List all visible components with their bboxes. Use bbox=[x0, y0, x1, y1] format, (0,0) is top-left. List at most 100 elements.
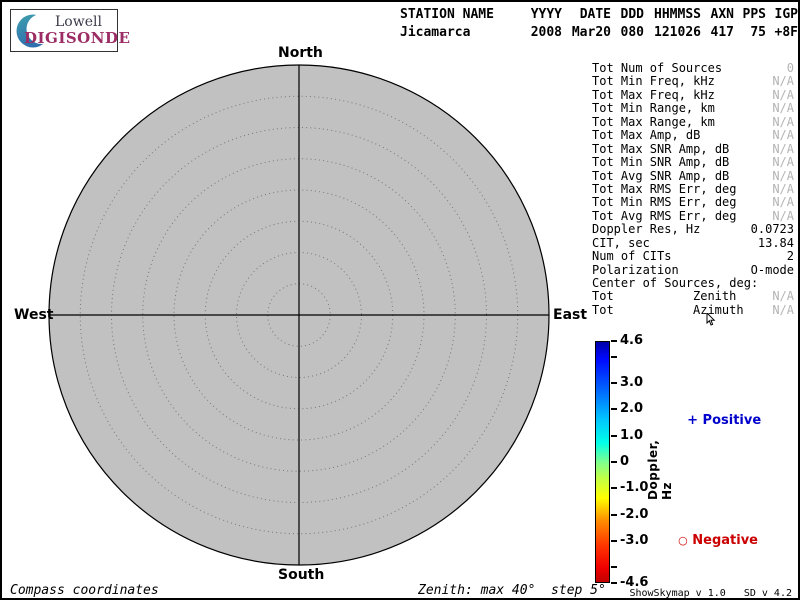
measurement-info-panel: Tot Num of Sources0Tot Min Freq, kHzN/AT… bbox=[590, 62, 794, 317]
colorbar-tick-label: -1.0 bbox=[620, 480, 648, 495]
year-value: 2008 bbox=[522, 23, 562, 41]
zenith-range-label: Zenith: max 40° step 5° bbox=[418, 583, 606, 598]
info-row-label: Tot Avg SNR Amp, dB bbox=[592, 170, 729, 183]
info-row-label: Tot Max Amp, dB bbox=[592, 129, 700, 142]
colorbar-tick bbox=[611, 582, 617, 584]
colorbar-tick bbox=[611, 540, 617, 542]
info-row: Polarization O-mode bbox=[590, 264, 794, 277]
info-row: Tot Avg RMS Err, deg N/A bbox=[590, 210, 794, 223]
time-value: 121026 bbox=[644, 23, 701, 41]
info-row-sublabel: Zenith bbox=[693, 290, 736, 303]
info-row-label: Tot Max Range, km bbox=[592, 116, 715, 129]
circle-icon: ○ bbox=[678, 534, 688, 547]
colorbar-tick bbox=[611, 487, 617, 489]
info-row-value: 2 bbox=[787, 250, 794, 263]
header-col-axn: AXN bbox=[701, 5, 734, 23]
skymap-plot bbox=[44, 60, 554, 570]
info-row: Tot Max RMS Err, deg N/A bbox=[590, 183, 794, 196]
info-row-value: N/A bbox=[772, 183, 794, 196]
info-row-value: N/A bbox=[772, 196, 794, 209]
info-row-value: N/A bbox=[772, 170, 794, 183]
compass-label-south: South bbox=[278, 567, 324, 583]
info-row-label: Tot bbox=[592, 304, 614, 317]
info-row: Tot Zenith N/A bbox=[590, 290, 794, 303]
colorbar-tick-label: -2.0 bbox=[620, 507, 648, 522]
info-row-value: N/A bbox=[772, 75, 794, 88]
negative-label: Negative bbox=[692, 533, 758, 548]
header-col-ddd: DDD bbox=[611, 5, 644, 23]
info-row-label: Polarization bbox=[592, 264, 679, 277]
info-row-value: 0 bbox=[787, 62, 794, 75]
compass-label-north: North bbox=[278, 45, 323, 61]
info-row-value: 0.0723 bbox=[751, 223, 794, 236]
info-row: Tot Max Freq, kHz N/A bbox=[590, 89, 794, 102]
colorbar-tick-label: 1.0 bbox=[620, 428, 643, 443]
info-row-value: N/A bbox=[772, 102, 794, 115]
info-row-label: Tot Avg RMS Err, deg bbox=[592, 210, 737, 223]
info-row-label: Num of CITs bbox=[592, 250, 671, 263]
header-col-hhmmss: HHMMSS bbox=[644, 5, 701, 23]
info-row: Tot Avg SNR Amp, dB N/A bbox=[590, 170, 794, 183]
info-row-label: Tot bbox=[592, 290, 614, 303]
colorbar-tick-label: 4.6 bbox=[620, 333, 643, 348]
coordinates-mode-label: Compass coordinates bbox=[10, 583, 159, 598]
doy-value: 080 bbox=[611, 23, 644, 41]
info-row-label: CIT, sec bbox=[592, 237, 650, 250]
info-row-value: N/A bbox=[772, 116, 794, 129]
info-row-label: Tot Max Freq, kHz bbox=[592, 89, 715, 102]
info-row-label: Tot Min SNR Amp, dB bbox=[592, 156, 729, 169]
info-row: Tot Min Range, km N/A bbox=[590, 102, 794, 115]
colorbar-tick bbox=[611, 514, 617, 516]
colorbar-tick bbox=[611, 408, 617, 410]
header-columns-row: STATION NAME YYYY DATE DDD HHMMSS AXN PP… bbox=[400, 5, 798, 23]
colorbar-tick bbox=[611, 435, 617, 437]
doppler-colorbar bbox=[595, 341, 610, 583]
header-values-row: Jicamarca 2008 Mar20 080 121026 417 75 +… bbox=[400, 23, 798, 41]
colorbar-tick bbox=[611, 356, 617, 358]
info-row: Tot Min RMS Err, degN/A bbox=[590, 196, 794, 209]
header-col-station-name: STATION NAME bbox=[400, 5, 522, 23]
info-row-label: Tot Max RMS Err, deg bbox=[592, 183, 737, 196]
header-col-date: DATE bbox=[562, 5, 611, 23]
info-row-label: Center of Sources, deg: bbox=[592, 277, 758, 290]
info-row: Center of Sources, deg: bbox=[590, 277, 794, 290]
info-row-value: N/A bbox=[772, 210, 794, 223]
positive-doppler-legend: + Positive bbox=[669, 398, 761, 443]
info-row-label: Tot Num of Sources bbox=[592, 62, 722, 75]
station-header-table: STATION NAME YYYY DATE DDD HHMMSS AXN PP… bbox=[400, 5, 798, 41]
info-row-label: Tot Min Range, km bbox=[592, 102, 715, 115]
info-row-value: O-mode bbox=[751, 264, 794, 277]
info-row: Tot Max Range, km N/A bbox=[590, 116, 794, 129]
compass-label-east: East bbox=[553, 307, 587, 323]
info-row: Tot Min Freq, kHzN/A bbox=[590, 75, 794, 88]
info-row-value: N/A bbox=[772, 129, 794, 142]
compass-label-west: West bbox=[14, 307, 53, 323]
igp-value: +8F bbox=[766, 23, 798, 41]
info-row: TotAzimuthN/A bbox=[590, 304, 794, 317]
colorbar-tick-label: 3.0 bbox=[620, 375, 643, 390]
info-row: CIT, sec13.84 bbox=[590, 237, 794, 250]
info-row-value: N/A bbox=[772, 290, 794, 303]
colorbar-tick-label: 2.0 bbox=[620, 401, 643, 416]
positive-label: Positive bbox=[703, 413, 762, 428]
info-row: Tot Num of Sources 0 bbox=[590, 62, 794, 75]
colorbar-tick-label: -3.0 bbox=[620, 533, 648, 548]
colorbar-tick-label: 0 bbox=[620, 454, 629, 469]
info-row-value: N/A bbox=[772, 89, 794, 102]
logo-lowell-text: Lowell bbox=[55, 14, 102, 30]
lowell-digisonde-logo: Lowell DIGISONDE bbox=[10, 9, 118, 52]
info-row: Num of CITs 2 bbox=[590, 250, 794, 263]
showskymap-window: Lowell DIGISONDE STATION NAME YYYY DATE … bbox=[0, 0, 800, 600]
info-row-value: N/A bbox=[772, 156, 794, 169]
header-col-yyyy: YYYY bbox=[522, 5, 562, 23]
axn-value: 417 bbox=[701, 23, 734, 41]
version-label: ShowSkymap v 1.0 SD v 4.2 bbox=[629, 588, 792, 599]
header-col-pps: PPS bbox=[734, 5, 766, 23]
pps-value: 75 bbox=[734, 23, 766, 41]
station-name-value: Jicamarca bbox=[400, 23, 522, 41]
info-row: Tot Min SNR Amp, dB N/A bbox=[590, 156, 794, 169]
date-value: Mar20 bbox=[562, 23, 611, 41]
colorbar-tick bbox=[611, 566, 617, 568]
header-col-igp: IGP bbox=[766, 5, 798, 23]
plus-icon: + bbox=[687, 413, 698, 428]
